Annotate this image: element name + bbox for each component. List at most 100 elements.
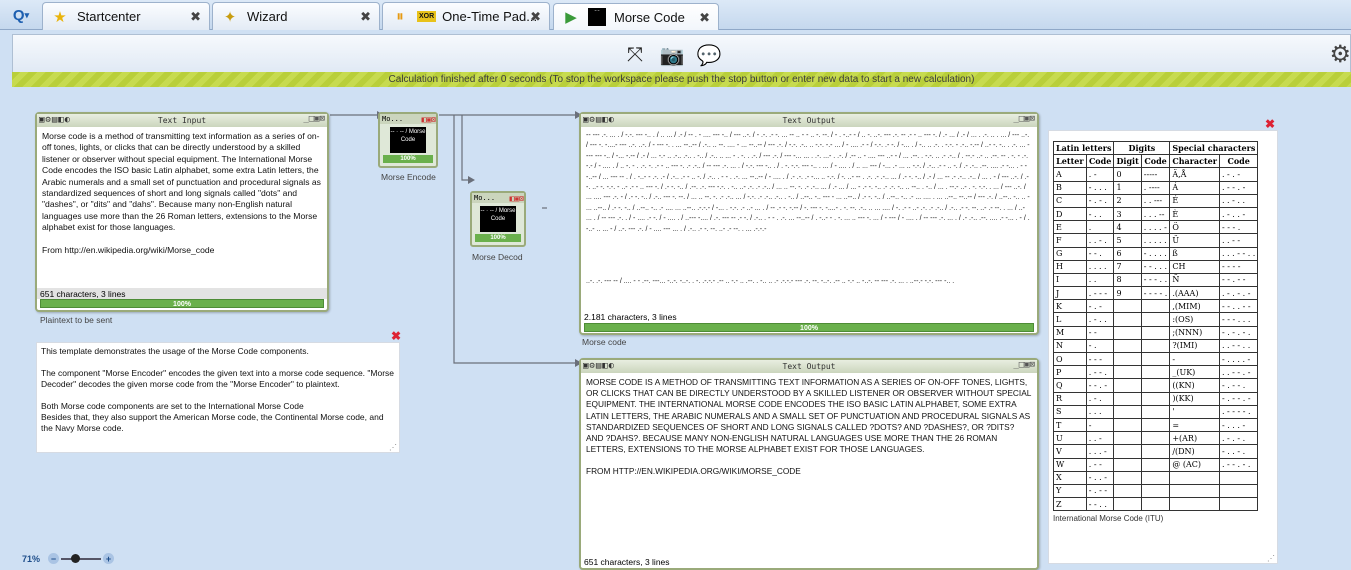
zoom-out-icon[interactable]: − [48,553,60,564]
digit-code-cell: - - - . . [1140,272,1171,288]
text-output-morse-panel: ▣⚙▤◧◐ Text Output _□▣⊠ -- --- .-. ... . … [579,112,1039,335]
table-row: S. . . '. - - - - . [1053,404,1259,419]
resize-grip-icon[interactable]: ⋰ [1267,554,1275,563]
special-code-cell: . - - . - . [1218,457,1259,472]
panel-titlebar: ▣⚙▤◧◐ Text Output _□▣⊠ [581,360,1037,373]
panel-footer: 651 characters, 3 lines [581,556,1037,567]
digit-cell: 6 [1113,246,1142,261]
digit-code-cell: . . . . . [1140,233,1171,248]
close-icon[interactable]: ✖ [1265,117,1275,131]
tab-morse-code[interactable]: ▶ -·- Morse Code ✖ [553,3,719,30]
panel-tool-icons[interactable]: ▣⚙▤◧◐ [583,115,615,125]
window-controls-icon[interactable]: _□▣⊠ [1013,360,1035,370]
workspace-toolbar: ⤧ 📷 💬 [12,34,1351,74]
column-header: Digit [1113,154,1142,169]
column-header: Code [1218,154,1259,169]
close-icon[interactable]: ✖ [360,9,371,25]
table-row: C- . - .2. . --- É. . - . . [1053,193,1259,208]
close-icon[interactable]: ✖ [699,10,710,26]
letter-code-cell: - . . - [1085,470,1115,485]
node-caption: Morse Encode [381,172,436,182]
panel-tool-icons[interactable]: ▣⚙▤◧◐ [583,361,615,371]
letter-code-cell: . . . [1085,404,1115,419]
window-controls-icon[interactable]: _□▣⊠ [1013,114,1035,124]
morse-decoder-node[interactable]: Mo... ◧▣⊠ -- · -- / Morse Code 100% [470,191,526,247]
plain-output-text: MORSE CODE IS A METHOD OF TRANSMITTING T… [586,377,1032,455]
letter-cell: E [1053,220,1087,235]
digit-code-cell: - . . . . [1140,246,1171,261]
comment-button[interactable]: 💬 [695,41,723,69]
resize-grip-icon[interactable]: ⋰ [389,443,397,452]
app-menu-button[interactable]: Q ▾ [4,4,38,26]
zoom-in-icon[interactable]: + [103,553,115,564]
special-char-cell: ß [1169,246,1220,261]
letter-code-cell: - - - [1085,351,1115,367]
letter-code-cell: - . . [1085,206,1115,222]
letter-cell: K [1053,299,1087,314]
digit-code-cell: . ---- [1140,180,1171,195]
window-controls-icon[interactable]: _□▣⊠ [303,114,325,124]
fit-to-screen-button[interactable]: ⤧ [621,41,649,69]
table-row: X- . . - [1053,470,1259,485]
play-icon: ▶ [565,9,577,26]
table-row: R. - .)(KK) - . - - . - [1053,391,1259,406]
morse-code-table: Latin letters Digits Special characters … [1052,140,1259,512]
letter-cell: Y [1053,483,1087,499]
settings-button[interactable]: ⚙ [1329,40,1351,69]
tab-label: Startcenter [77,9,141,24]
column-header: Letter [1053,154,1087,169]
digit-code-cell [1140,457,1171,472]
letter-code-cell: - . . . [1085,180,1115,195]
tab-label: One-Time Pad... [442,9,538,24]
close-icon[interactable]: ✖ [190,9,201,25]
text-input-area[interactable]: Morse code is a method of transmitting t… [37,127,327,287]
close-icon[interactable]: ✖ [530,9,541,25]
morse-output-area[interactable]: -- --- .-. ... . / -.-. --- -.. . / .. .… [581,127,1037,307]
zoom-slider-handle[interactable] [71,553,81,563]
digit-code-cell [1140,351,1171,367]
zoom-slider[interactable] [61,553,102,563]
digit-cell [1113,299,1142,314]
digit-cell [1113,351,1142,367]
template-note[interactable]: ✖ This template demonstrates the usage o… [36,329,401,453]
letter-cell: I [1053,272,1087,288]
node-title: Mo... ◧▣⊠ [472,193,524,203]
note-line: Both Morse code components are set to th… [41,401,304,411]
tab-wizard[interactable]: ✦ Wizard ✖ [212,2,380,30]
letter-code-cell: . . - [1085,431,1115,446]
letter-cell: F [1053,233,1087,248]
special-code-cell: - - . - - [1218,272,1259,288]
close-icon[interactable]: ✖ [391,329,401,343]
letter-code-cell: . - [1085,167,1115,182]
digit-cell [1113,404,1142,419]
special-code-cell: . . - - [1218,233,1259,248]
letter-code-cell: - - . . [1085,497,1115,512]
plain-output-area[interactable]: MORSE CODE IS A METHOD OF TRANSMITTING T… [581,373,1037,551]
table-row: T - = - . . . - [1053,417,1259,433]
digit-code-cell: - - . . . [1140,259,1171,274]
node-caption: Morse Decod [472,252,523,262]
screenshot-button[interactable]: 📷 [658,41,686,69]
node-title: Mo... ◧▣⊠ [380,114,436,124]
morse-encoder-node[interactable]: Mo... ◧▣⊠ -- · -- / Morse Code 100% [378,112,438,168]
special-char-cell [1169,497,1220,512]
table-row: G- - .6- . . . .ß. . . - - . . [1053,246,1259,261]
digit-cell: 2 [1113,193,1142,208]
group-header: Digits [1113,140,1171,156]
digit-cell [1113,365,1142,380]
tab-one-time-pad[interactable]: ⏸ XOR One-Time Pad... ✖ [382,2,550,30]
digit-cell [1113,497,1142,512]
column-header: Code [1140,154,1171,169]
table-row: I. .8- - - . .Ñ- - . - - [1053,272,1259,288]
special-code-cell: - . - - . [1218,378,1259,393]
digit-cell: 5 [1113,233,1142,248]
special-char-cell: ,(MIM) [1169,299,1220,314]
panel-tool-icons[interactable]: ▣⚙▤◧◐ [39,115,71,125]
digit-cell [1113,417,1142,433]
table-row: O- - - -- . . . . - [1053,351,1259,367]
digit-cell [1113,431,1142,446]
tab-startcenter[interactable]: ★ Startcenter ✖ [42,2,210,30]
special-char-cell: Ö [1169,220,1220,235]
digit-code-cell [1140,391,1171,406]
digit-cell: 0 [1113,167,1142,182]
